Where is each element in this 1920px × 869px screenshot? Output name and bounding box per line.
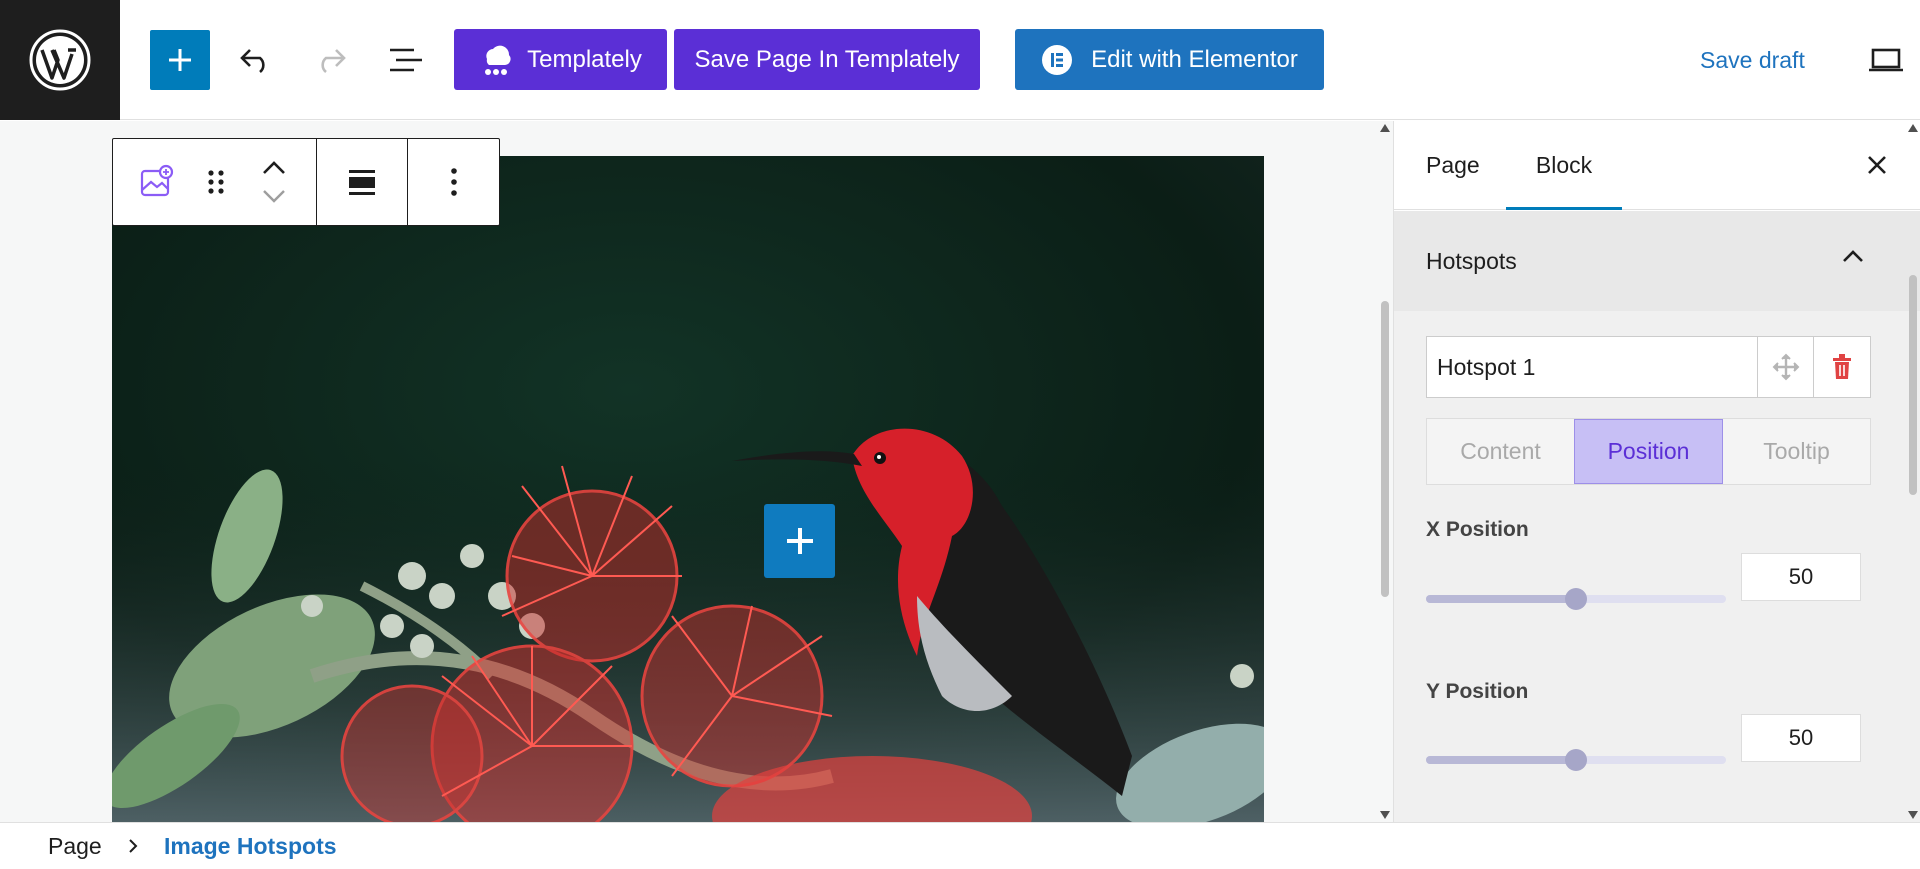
- move-up-button[interactable]: [254, 154, 294, 182]
- chevron-up-icon: [263, 161, 286, 174]
- chevron-right-icon: [129, 839, 138, 853]
- trash-icon: [1833, 354, 1851, 379]
- sidebar-tabs: Page Block: [1394, 121, 1920, 210]
- templately-button[interactable]: Templately: [454, 29, 667, 90]
- edit-with-elementor-label: Edit with Elementor: [1091, 45, 1298, 73]
- redo-button[interactable]: [306, 36, 354, 84]
- edit-with-elementor-button[interactable]: Edit with Elementor: [1015, 29, 1324, 90]
- move-controls: [232, 139, 316, 225]
- chevron-down-icon: [263, 190, 286, 203]
- y-position-slider[interactable]: [1426, 749, 1726, 771]
- canvas-scrollbar[interactable]: [1378, 121, 1392, 822]
- block-toolbar-group-main: [113, 139, 317, 225]
- hotspots-panel-toggle[interactable]: Hotspots: [1394, 211, 1920, 311]
- image-hotspot-block[interactable]: [112, 156, 1264, 822]
- breadcrumb-page[interactable]: Page: [48, 833, 102, 860]
- tab-page[interactable]: Page: [1426, 121, 1486, 210]
- list-view-icon: [390, 48, 422, 72]
- hotspot-marker[interactable]: [764, 504, 835, 578]
- block-type-button[interactable]: [113, 139, 201, 225]
- y-slider-handle[interactable]: [1565, 749, 1587, 771]
- wordpress-logo[interactable]: [0, 0, 120, 120]
- scroll-up-arrow-icon[interactable]: [1380, 124, 1390, 132]
- add-block-button[interactable]: [150, 30, 210, 90]
- subtab-position[interactable]: Position: [1574, 419, 1723, 484]
- redo-icon: [321, 49, 346, 74]
- plus-icon: [786, 528, 813, 554]
- sidebar-scrollbar[interactable]: [1905, 121, 1920, 822]
- elementor-icon: [1042, 44, 1073, 75]
- undo-icon: [240, 49, 265, 74]
- bird-photo: [112, 156, 1264, 822]
- close-icon: [1868, 156, 1886, 174]
- scroll-down-arrow-icon[interactable]: [1908, 811, 1918, 819]
- hotspot-item: Hotspot 1: [1426, 336, 1871, 398]
- block-toolbar: [112, 138, 500, 226]
- hotspot-delete-button[interactable]: [1814, 337, 1870, 397]
- undo-button[interactable]: [232, 36, 280, 84]
- scrollbar-thumb[interactable]: [1381, 301, 1389, 597]
- tab-block[interactable]: Block: [1506, 121, 1622, 210]
- hotspot-move-button[interactable]: [1758, 337, 1814, 397]
- settings-sidebar: Page Block Hotspots Hotspot 1 Content Po…: [1393, 121, 1920, 822]
- hotspot-settings-tabs: Content Position Tooltip: [1426, 418, 1871, 485]
- subtab-content[interactable]: Content: [1427, 419, 1574, 484]
- block-toolbar-group-more: [408, 139, 499, 225]
- editor-header: Templately Save Page In Templately Edit …: [0, 0, 1920, 120]
- wordpress-icon: [29, 29, 91, 91]
- templately-label: Templately: [527, 45, 642, 73]
- x-slider-handle[interactable]: [1565, 588, 1587, 610]
- panel-title: Hotspots: [1426, 247, 1517, 274]
- subtab-tooltip[interactable]: Tooltip: [1723, 419, 1870, 484]
- move-icon: [1772, 353, 1799, 381]
- block-breadcrumb: Page Image Hotspots: [0, 822, 1920, 869]
- save-page-in-templately-button[interactable]: Save Page In Templately: [674, 29, 980, 90]
- templately-icon: [485, 45, 511, 75]
- editor-canvas: [0, 121, 1393, 822]
- y-slider-fill: [1426, 756, 1576, 764]
- hotspots-panel: Hotspots Hotspot 1 Content Position Tool…: [1394, 211, 1920, 822]
- hotspot-name[interactable]: Hotspot 1: [1427, 337, 1758, 397]
- plus-icon: [169, 49, 191, 71]
- document-overview-button[interactable]: [382, 36, 430, 84]
- scroll-up-arrow-icon[interactable]: [1908, 124, 1918, 132]
- close-settings-button[interactable]: [1860, 148, 1894, 182]
- preview-device-button[interactable]: [1864, 38, 1908, 82]
- breadcrumb-current[interactable]: Image Hotspots: [164, 833, 337, 860]
- save-page-in-templately-label: Save Page In Templately: [694, 45, 960, 73]
- image-hotspot-block-icon: [140, 164, 173, 197]
- more-vertical-icon: [450, 168, 457, 196]
- x-position-input[interactable]: 50: [1741, 553, 1861, 601]
- y-position-input[interactable]: 50: [1741, 714, 1861, 762]
- drag-handle-icon: [208, 170, 225, 194]
- save-draft-button[interactable]: Save draft: [1700, 40, 1805, 80]
- align-wide-icon: [349, 170, 375, 195]
- move-down-button[interactable]: [254, 182, 294, 210]
- scroll-down-arrow-icon[interactable]: [1380, 811, 1390, 819]
- y-position-label: Y Position: [1426, 680, 1529, 703]
- x-slider-fill: [1426, 595, 1576, 603]
- more-options-button[interactable]: [419, 139, 489, 225]
- align-button[interactable]: [327, 139, 397, 225]
- save-draft-label: Save draft: [1700, 46, 1805, 73]
- drag-handle[interactable]: [201, 139, 233, 225]
- x-position-slider[interactable]: [1426, 588, 1726, 610]
- x-position-label: X Position: [1426, 518, 1529, 541]
- block-toolbar-group-align: [317, 139, 408, 225]
- scrollbar-thumb[interactable]: [1909, 275, 1917, 495]
- desktop-icon: [1869, 48, 1903, 72]
- chevron-up-icon: [1843, 250, 1863, 262]
